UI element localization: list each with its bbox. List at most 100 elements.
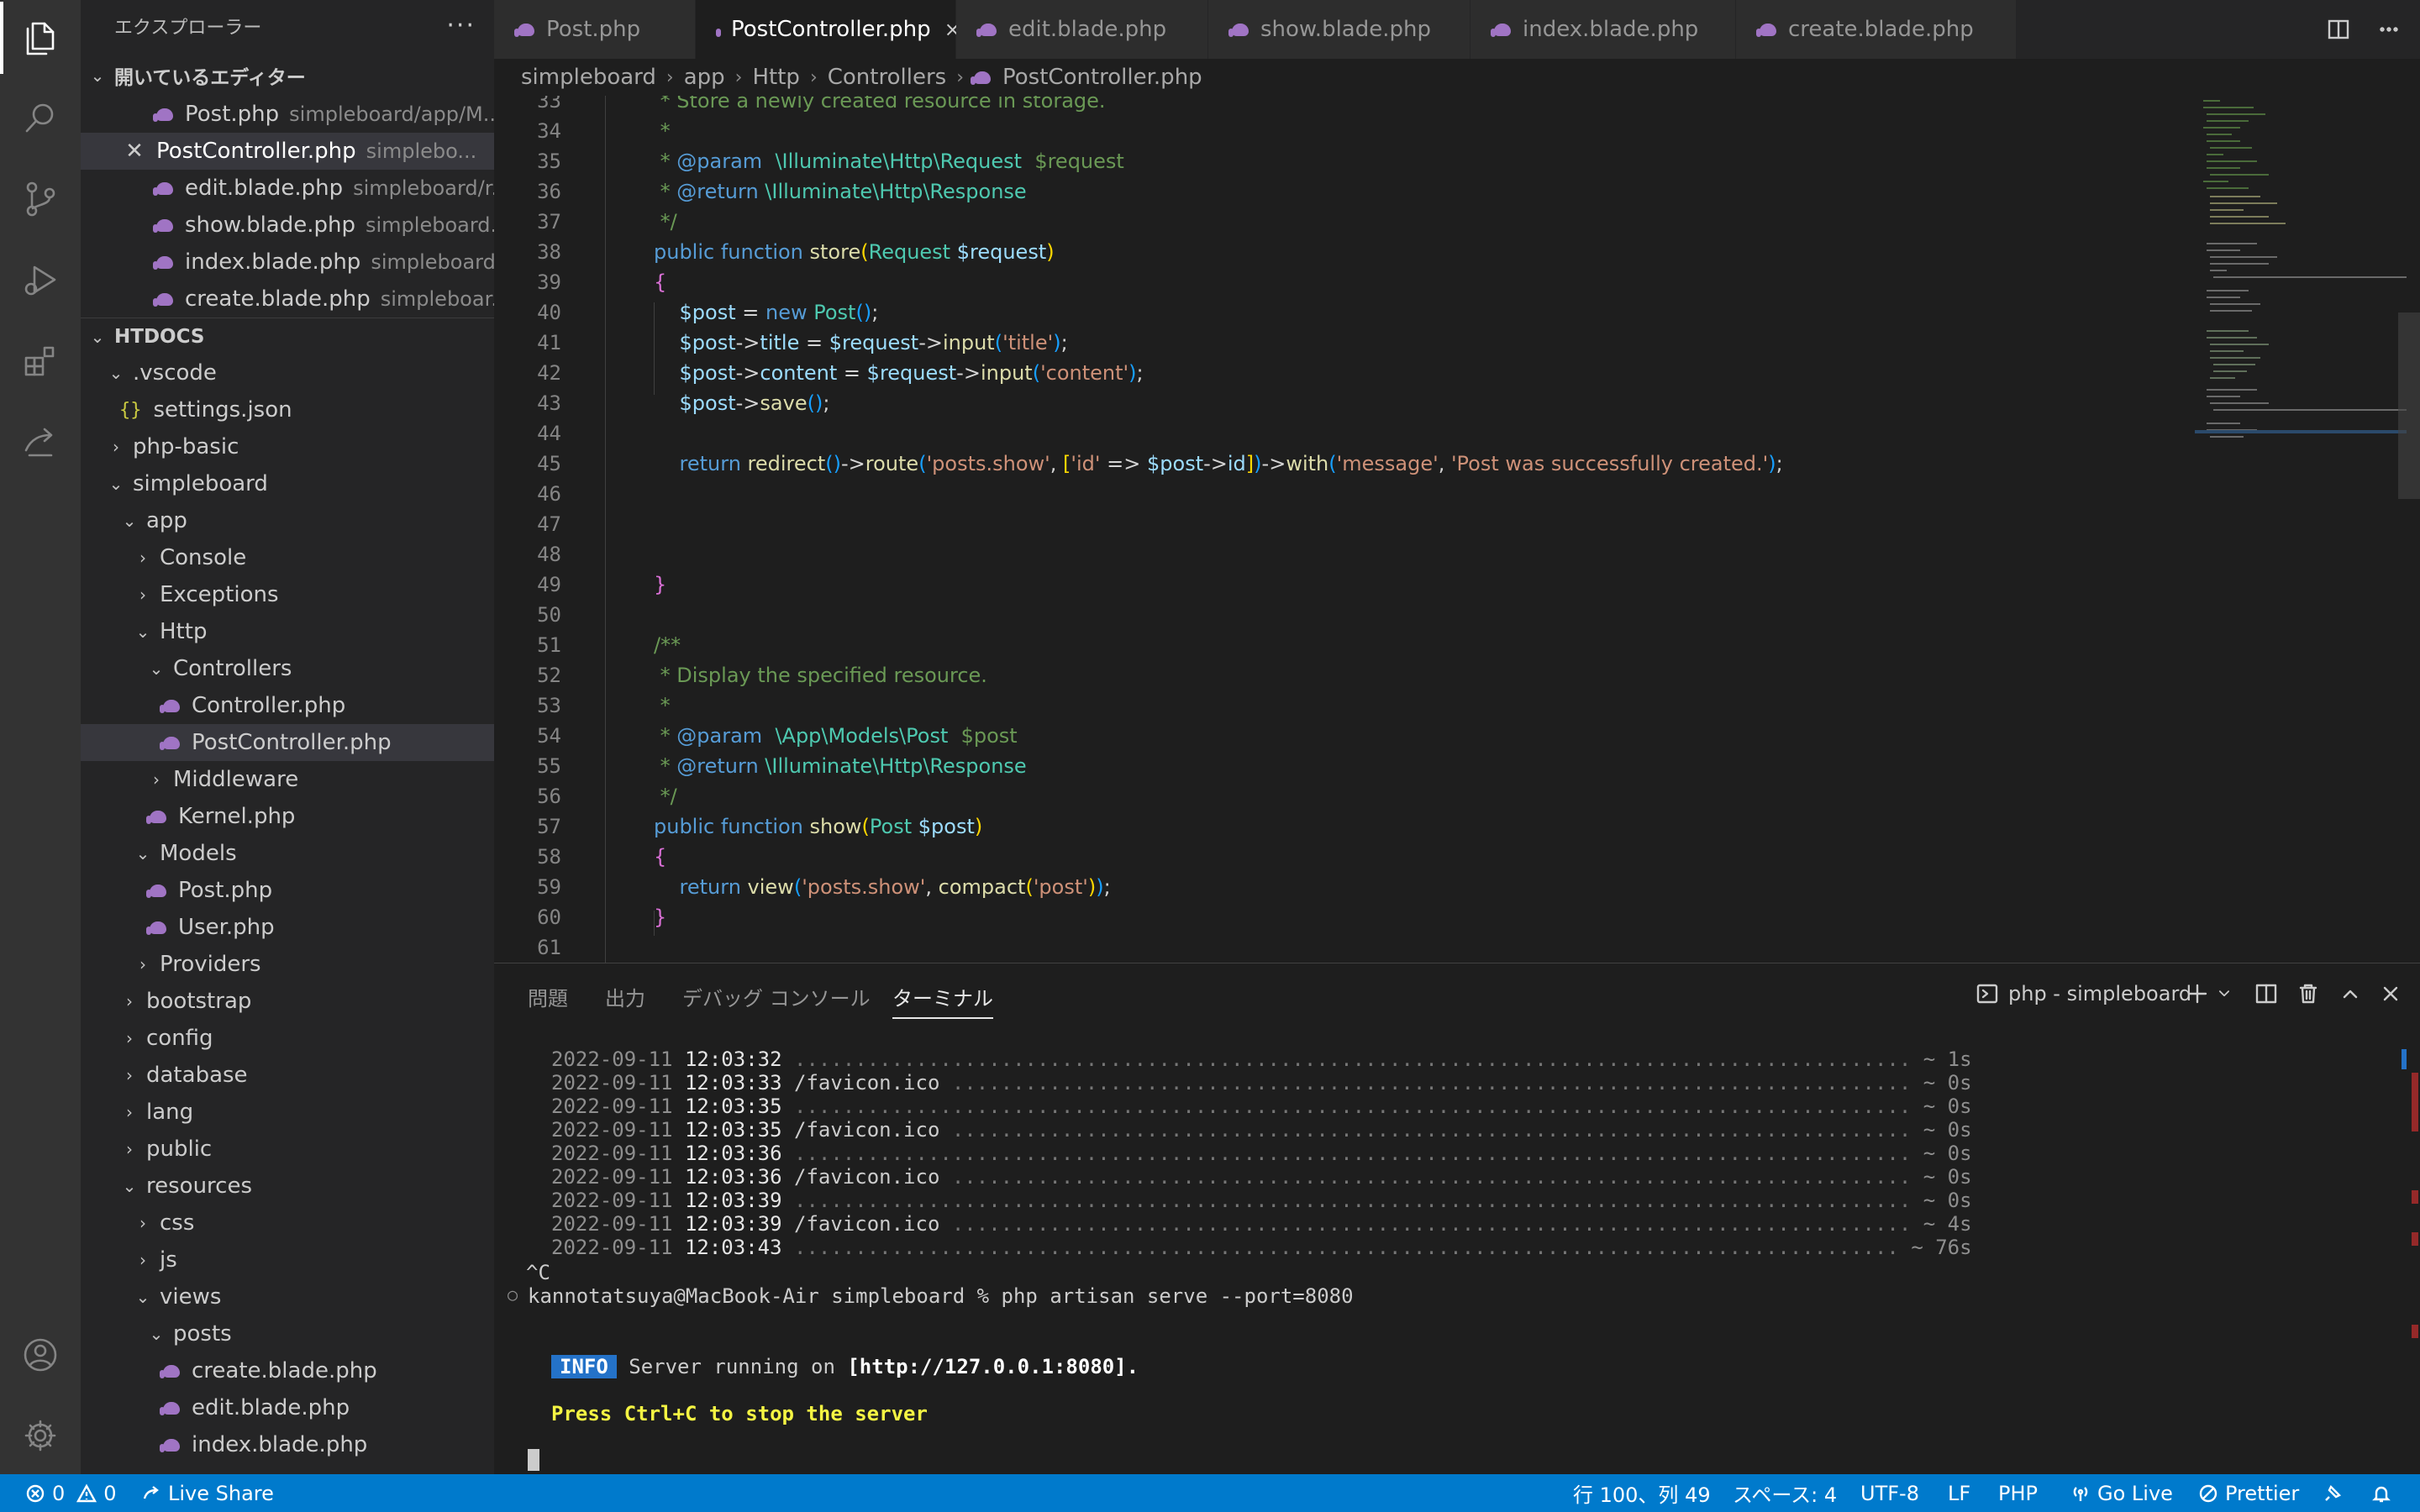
more-actions-icon[interactable] <box>2376 0 2402 59</box>
code-editor[interactable]: 33 34 35 36 37 38 39 40 41 42 43 44 45 46 47 48 49 50 51 52… <box>494 96 2420 963</box>
tab-show-blade[interactable]: show.blade.php <box>1208 0 1470 59</box>
workspace-header[interactable]: ⌄ HTDOCS <box>81 318 494 355</box>
new-terminal-button[interactable] <box>2185 975 2210 1012</box>
tab-post-php[interactable]: Post.php <box>494 0 696 59</box>
kill-terminal-button[interactable] <box>2296 975 2321 1012</box>
line-number: 51 <box>537 633 561 657</box>
open-editor-item[interactable]: create.blade.php simpleboar... <box>81 281 494 318</box>
tree-folder[interactable]: ⌄ Controllers <box>81 650 494 687</box>
tree-folder[interactable]: › js <box>81 1242 494 1278</box>
tab-create-blade[interactable]: create.blade.php <box>1736 0 2017 59</box>
line-number: 46 <box>537 482 561 506</box>
minimap[interactable] <box>2195 96 2413 449</box>
tree-folder[interactable]: ⌄ .vscode <box>81 354 494 391</box>
open-editor-item[interactable]: edit.blade.php simpleboard/r... <box>81 170 494 207</box>
breadcrumb-item[interactable]: Http <box>752 65 799 90</box>
live-share-button[interactable]: Live Share <box>141 1474 274 1512</box>
editor-scrollbar[interactable] <box>2398 312 2420 499</box>
explorer-icon[interactable] <box>0 2 81 74</box>
tree-folder[interactable]: › Middleware <box>81 761 494 798</box>
tree-folder[interactable]: ⌄ views <box>81 1278 494 1315</box>
split-editor-icon[interactable] <box>2326 0 2351 59</box>
extensions-icon[interactable] <box>0 324 81 396</box>
tab-output[interactable]: 出力 <box>605 982 645 1011</box>
tree-file[interactable]: index.blade.php <box>81 1426 494 1463</box>
tree-file-selected[interactable]: PostController.php <box>81 724 494 761</box>
maximize-panel-button[interactable] <box>2338 975 2363 1012</box>
tree-folder[interactable]: › Console <box>81 539 494 576</box>
split-terminal-button[interactable] <box>2254 975 2279 1012</box>
run-debug-icon[interactable] <box>0 244 81 316</box>
tree-folder[interactable]: › config <box>81 1020 494 1057</box>
tab-postcontroller-php[interactable]: PostController.php × <box>696 0 961 59</box>
tree-file[interactable]: Controller.php <box>81 687 494 724</box>
tree-file[interactable]: create.blade.php <box>81 1352 494 1389</box>
cursor-position[interactable]: 行 100、列 49 <box>1573 1474 1711 1512</box>
tree-folder[interactable]: ⌄ posts <box>81 1315 494 1352</box>
chevron-right-icon: › <box>153 769 160 790</box>
tree-file[interactable]: {} settings.json <box>81 391 494 428</box>
go-live-button[interactable]: Go Live <box>2070 1474 2173 1512</box>
account-icon[interactable] <box>0 1319 81 1391</box>
terminal-dropdown[interactable] <box>2215 975 2233 1012</box>
terminal-icon <box>1976 984 1998 1004</box>
more-actions-icon[interactable]: ··· <box>446 0 476 57</box>
tree-folder[interactable]: ⌄ Http <box>81 613 494 650</box>
tree-folder[interactable]: ⌄ simpleboard <box>81 465 494 502</box>
tree-folder[interactable]: › database <box>81 1057 494 1094</box>
open-editor-item-active[interactable]: ✕ PostController.php simplebo... <box>81 133 494 170</box>
tree-folder[interactable]: › php-basic <box>81 428 494 465</box>
close-icon[interactable]: ✕ <box>124 139 145 164</box>
status-bar: 0 0 Live Share 行 100、列 49 スペース: 4 UTF-8 … <box>0 1474 2420 1512</box>
open-editors-header[interactable]: ⌄ 開いているエディター <box>81 57 494 94</box>
terminal-selector[interactable]: php - simpleboard <box>1975 975 2191 1012</box>
chevron-right-icon: › <box>139 954 146 974</box>
problems-status[interactable]: 0 0 <box>25 1474 117 1512</box>
chevron-down-icon: ⌄ <box>108 363 124 383</box>
prettier-button[interactable]: Prettier <box>2198 1474 2299 1512</box>
line-number: 39 <box>537 270 561 294</box>
tree-folder[interactable]: ⌄ resources <box>81 1168 494 1205</box>
settings-gear-icon[interactable] <box>0 1399 81 1472</box>
open-editor-item[interactable]: Post.php simpleboard/app/M... <box>81 96 494 133</box>
tree-folder[interactable]: › Providers <box>81 946 494 983</box>
tree-folder[interactable]: ⌄ Models <box>81 835 494 872</box>
breadcrumb-item[interactable]: PostController.php <box>1002 65 1202 90</box>
line-number: 44 <box>537 422 561 445</box>
search-icon[interactable] <box>0 82 81 155</box>
indentation-status[interactable]: スペース: 4 <box>1733 1474 1837 1512</box>
open-editor-item[interactable]: show.blade.php simpleboard... <box>81 207 494 244</box>
tab-debug-console[interactable]: デバッグ コンソール <box>682 982 871 1011</box>
source-control-icon[interactable] <box>0 163 81 235</box>
remote-explorer-icon[interactable] <box>0 405 81 477</box>
tab-problems[interactable]: 問題 <box>528 982 568 1011</box>
tree-folder[interactable]: › css <box>81 1205 494 1242</box>
tree-file[interactable]: Kernel.php <box>81 798 494 835</box>
line-number: 40 <box>537 301 561 324</box>
breadcrumb-item[interactable]: simpleboard <box>521 65 656 90</box>
editor-tabs: Post.php PostController.php × edit.blade.… <box>494 0 2420 59</box>
tree-folder[interactable]: › lang <box>81 1094 494 1131</box>
tree-folder[interactable]: › bootstrap <box>81 983 494 1020</box>
tree-folder[interactable]: › public <box>81 1131 494 1168</box>
tab-terminal[interactable]: ターミナル <box>892 982 993 1019</box>
breadcrumb: simpleboard › app › Http › Controllers › Pos… <box>521 65 1202 90</box>
feedback-icon[interactable] <box>2323 1474 2349 1512</box>
tree-file[interactable]: edit.blade.php <box>81 1389 494 1426</box>
notifications-bell-icon[interactable] <box>2371 1474 2398 1512</box>
eol-status[interactable]: LF <box>1948 1474 1970 1512</box>
tree-folder[interactable]: ⌄ app <box>81 502 494 539</box>
breadcrumb-item[interactable]: Controllers <box>828 65 946 90</box>
tree-folder[interactable]: › Exceptions <box>81 576 494 613</box>
close-panel-button[interactable] <box>2378 975 2403 1012</box>
encoding-status[interactable]: UTF-8 <box>1860 1474 1919 1512</box>
chevron-up-icon <box>2343 990 2358 999</box>
breadcrumb-item[interactable]: app <box>684 65 725 90</box>
open-editor-item[interactable]: index.blade.php simpleboard... <box>81 244 494 281</box>
chevron-right-icon: › <box>126 1139 133 1159</box>
language-mode[interactable]: PHP <box>1998 1474 2038 1512</box>
tree-file[interactable]: User.php <box>81 909 494 946</box>
tab-edit-blade[interactable]: edit.blade.php <box>956 0 1208 59</box>
tree-file[interactable]: Post.php <box>81 872 494 909</box>
tab-index-blade[interactable]: index.blade.php <box>1470 0 1736 59</box>
